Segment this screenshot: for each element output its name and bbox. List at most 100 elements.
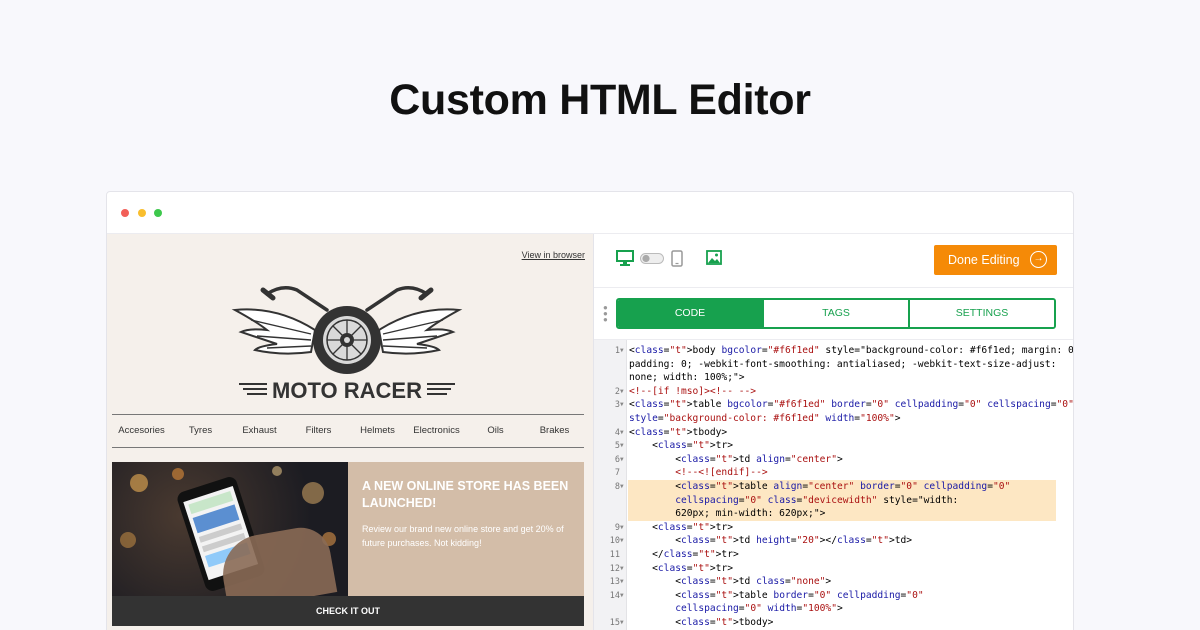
code-line[interactable]: 5 ▼ <class="t">tr> [594,439,1073,453]
code-line[interactable]: 14 ▼ <class="t">table border="0" cellpadd… [594,589,1073,603]
code-line[interactable]: 6 ▼ <class="t">td align="center"> [594,453,1073,467]
image-icon[interactable] [706,250,722,265]
view-in-browser-link[interactable]: View in browser [522,250,585,260]
close-dot-icon[interactable] [121,209,129,217]
promo-text-panel: A NEW ONLINE STORE HAS BEEN LAUNCHED! Re… [348,462,584,596]
line-number: 2 [614,386,620,397]
code-line[interactable]: 15 ▼ <class="t">tbody> [594,616,1073,630]
desktop-icon[interactable] [616,250,634,266]
fold-arrow-icon[interactable]: ▼ [620,480,627,494]
nav-item-brakes[interactable]: Brakes [525,415,584,447]
fold-arrow-icon[interactable]: ▼ [620,534,627,548]
email-preview: View in browser MOTO RACER Accesories Ty… [107,234,593,630]
nav-item-oils[interactable]: Oils [466,415,525,447]
code-text: </class="t">tr> [629,549,739,560]
code-text: style="background-color: #f6f1ed" width=… [629,413,901,424]
email-nav: Accesories Tyres Exhaust Filters Helmets… [112,414,584,448]
fold-arrow-icon[interactable]: ▼ [620,344,627,358]
line-number: 13 [609,577,620,588]
tab-settings[interactable]: SETTINGS [908,300,1054,327]
code-line[interactable]: cellspacing="0" class="devicewidth" styl… [594,494,1073,508]
minimize-dot-icon[interactable] [138,209,146,217]
fold-arrow-icon[interactable]: ▼ [620,562,627,576]
editor-toolbar: Done Editing → [594,234,1073,288]
tab-tags[interactable]: TAGS [762,300,908,327]
fold-arrow-icon[interactable]: ▼ [620,575,627,589]
code-text: <class="t">tr> [629,440,733,452]
code-area[interactable]: 1 ▼ <class="t">body bgcolor="#f6f1ed" styl… [594,340,1074,630]
done-editing-label: Done Editing [948,253,1020,267]
line-number: 10 [609,536,620,547]
code-line[interactable]: cellspacing="0" width="100%"> [594,602,1073,616]
fold-arrow-icon[interactable]: ▼ [620,453,627,467]
line-number: 9 [614,522,620,533]
code-line[interactable]: 13 ▼ <class="t">td class="none"> [594,575,1073,589]
code-line[interactable]: 3 ▼ <class="t">table bgcolor="#f6f1ed" bor… [594,398,1073,412]
editor-window: View in browser MOTO RACER Accesories Ty… [106,191,1074,630]
drag-handle-icon[interactable]: ● ● ● [603,304,608,324]
mobile-icon[interactable] [671,250,683,267]
fold-arrow-icon[interactable]: ▼ [620,589,627,603]
code-text: <class="t">tr> [629,562,733,574]
code-text: <!--<![endif]--> [629,467,768,479]
code-line[interactable]: 1 ▼ <class="t">body bgcolor="#f6f1ed" styl… [594,344,1074,358]
check-it-out-button[interactable]: CHECK IT OUT [112,596,584,626]
code-line[interactable]: style="background-color: #f6f1ed" width=… [594,412,1073,426]
line-number: 7 [614,468,620,479]
line-number: 3 [614,400,620,411]
code-text: <class="t">td class="none"> [629,576,832,588]
page-title: Custom HTML Editor [389,76,811,124]
fold-arrow-icon[interactable]: ▼ [620,616,627,630]
nav-item-filters[interactable]: Filters [289,415,348,447]
line-number: 11 [609,550,620,560]
fold-arrow-icon[interactable]: ▼ [620,521,627,535]
line-number: 4 [614,427,620,438]
nav-item-tyres[interactable]: Tyres [171,415,230,447]
code-line[interactable]: 12 ▼ <class="t">tr> [594,562,1073,576]
nav-item-accesories[interactable]: Accesories [112,415,171,447]
code-line[interactable]: 7 <!--<![endif]--> [594,466,1073,480]
brand-name: MOTO RACER [272,378,422,403]
done-editing-button[interactable]: Done Editing → [934,245,1057,275]
code-line[interactable]: 4 ▼ <class="t">tbody> [594,426,1073,440]
code-line[interactable]: none; width: 100%;"> [594,371,1073,385]
nav-item-helmets[interactable]: Helmets [348,415,407,447]
line-number: 15 [609,618,620,628]
code-text: <class="t">td height="20"></class="t">td… [629,535,913,547]
promo-title: A NEW ONLINE STORE HAS BEEN LAUNCHED! [362,479,569,510]
line-number: 12 [609,563,620,574]
nav-item-electronics[interactable]: Electronics [407,415,466,447]
window-titlebar [107,192,1073,234]
code-line[interactable]: 620px; min-width: 620px;"> [594,507,1073,521]
line-number: 5 [614,441,620,452]
code-text: <class="t">body bgcolor="#f6f1ed" style=… [629,345,1074,356]
toggle-icon[interactable] [640,253,664,264]
arrow-right-icon: → [1030,251,1047,268]
code-line[interactable]: 8 ▼ <class="t">table align="center" borde… [594,480,1073,494]
code-line[interactable]: 9 ▼ <class="t">tr> [594,521,1073,535]
code-text: cellspacing="0" class="devicewidth" styl… [675,494,959,506]
line-number: 14 [609,590,620,601]
code-text: 620px; min-width: 620px;"> [629,508,826,520]
code-line[interactable]: padding: 0; -webkit-font-smoothing: anti… [594,358,1073,372]
code-line[interactable]: 2 ▼ <!--[if !mso]><!-- --> [594,385,1073,399]
code-line[interactable]: 11 </class="t">tr> [594,548,1073,562]
editor-tabbar: ● ● ● CODE TAGS SETTINGS [594,288,1073,340]
code-text: cellspacing="0" width="100%"> [675,603,843,615]
maximize-dot-icon[interactable] [154,209,162,217]
line-number: 6 [614,454,620,465]
promo-block: A NEW ONLINE STORE HAS BEEN LAUNCHED! Re… [112,462,584,596]
line-number: 1 [614,346,620,356]
code-line[interactable]: 10 ▼ <class="t">td height="20"></class="t… [594,534,1073,548]
code-editor-panel: Done Editing → ● ● ● CODE TAGS SETTINGS 1 ▼… [593,234,1074,630]
code-text: <class="t">tr> [629,521,733,533]
fold-arrow-icon[interactable]: ▼ [620,426,627,440]
promo-phone-image [112,462,348,596]
nav-item-exhaust[interactable]: Exhaust [230,415,289,447]
tab-code[interactable]: CODE [618,300,762,327]
line-number: 8 [614,482,620,492]
fold-arrow-icon[interactable]: ▼ [620,385,627,399]
fold-arrow-icon[interactable]: ▼ [620,439,627,453]
code-text: <!--[if !mso]><!-- --> [629,385,757,397]
fold-arrow-icon[interactable]: ▼ [620,398,627,412]
